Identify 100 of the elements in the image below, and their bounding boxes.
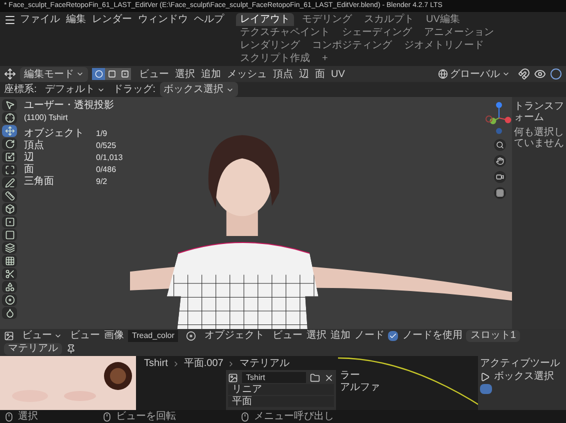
view-dropdown[interactable]: ビュー	[18, 330, 66, 342]
socket-label: ラー	[340, 370, 360, 381]
menu-item[interactable]: ヘルプ	[194, 13, 224, 26]
menu-item[interactable]: 選択	[175, 66, 195, 82]
menu-item[interactable]: 頂点	[273, 66, 293, 82]
workspace-tab[interactable]: ジオメトリノード	[400, 39, 488, 52]
extrude-tool-button[interactable]	[2, 216, 17, 228]
breadcrumb-item: マテリアル	[239, 358, 290, 369]
mouse-icon	[4, 412, 14, 422]
vertex-select-button[interactable]	[92, 68, 105, 80]
menu-item[interactable]: ビュー	[70, 330, 100, 342]
smooth-tool-button[interactable]	[2, 307, 17, 319]
snap-icon[interactable]	[518, 68, 530, 80]
interpolation-dropdown[interactable]: リニア	[228, 384, 334, 395]
menu-item[interactable]: 面	[315, 66, 325, 82]
bevel-tool-button[interactable]	[2, 242, 17, 254]
stat-value: 1/9	[96, 128, 108, 140]
hand-icon[interactable]	[494, 155, 506, 167]
overlay-icon[interactable]	[550, 68, 562, 80]
globe-icon	[438, 69, 448, 79]
menu-item[interactable]: レンダー	[92, 13, 132, 26]
editor-type-icon[interactable]	[4, 331, 14, 341]
menu-item[interactable]: 選択	[306, 330, 326, 342]
measure-tool-button[interactable]	[2, 190, 17, 202]
drag-dropdown[interactable]: ボックス選択	[160, 82, 238, 97]
transform-tool-button[interactable]	[2, 164, 17, 176]
panel-title[interactable]: トランスフォーム	[514, 101, 564, 123]
cursor-tool-button[interactable]	[2, 99, 17, 111]
panel-message: 何も選択していません	[514, 127, 564, 149]
close-icon[interactable]	[324, 372, 334, 382]
mouse-icon	[240, 412, 250, 422]
knife-tool-button[interactable]	[2, 268, 17, 280]
menu-item[interactable]: 画像	[104, 330, 124, 342]
socket-label: アルファ	[340, 382, 380, 393]
camera-icon[interactable]	[494, 171, 506, 183]
workspace-tab[interactable]: テクスチャペイント	[236, 26, 334, 39]
workspace-tab[interactable]: コンポジティング	[308, 39, 396, 52]
stat-label: 面	[24, 164, 34, 176]
loopcut-tool-button[interactable]	[2, 255, 17, 267]
move-tool-button[interactable]	[2, 125, 17, 137]
grid-icon[interactable]	[494, 187, 506, 199]
menu-item[interactable]: 編集	[66, 13, 86, 26]
box-select-icon[interactable]	[480, 372, 490, 382]
editor-type-icon[interactable]	[186, 331, 196, 341]
transform-icon[interactable]	[4, 68, 16, 80]
scale-tool-button[interactable]	[2, 151, 17, 163]
projection-dropdown[interactable]: 平面	[228, 396, 334, 407]
edge-select-button[interactable]	[105, 68, 118, 80]
workspace-tab[interactable]: UV編集	[422, 13, 464, 26]
spin-tool-button[interactable]	[2, 294, 17, 306]
menu-item[interactable]: ビュー	[272, 330, 302, 342]
stat-label: オブジェクト	[24, 128, 84, 140]
workspace-tab[interactable]: レイアウト	[236, 13, 294, 26]
view-name: ユーザー・透視投影	[24, 100, 115, 112]
breadcrumb-item: Tshirt	[144, 358, 168, 369]
menu-item[interactable]: ノード	[354, 330, 384, 342]
zoom-icon[interactable]	[494, 139, 506, 151]
orientation-dropdown[interactable]: デフォルト	[40, 82, 109, 97]
orientation-dropdown[interactable]: グローバル	[434, 66, 514, 82]
use-nodes-checkbox[interactable]	[388, 331, 398, 341]
mode-dropdown[interactable]: 編集モード	[20, 66, 88, 82]
menu-item[interactable]: ビュー	[139, 66, 169, 82]
workspace-tab[interactable]: +	[318, 52, 332, 65]
workspace-tab[interactable]: レンダリング	[236, 39, 304, 52]
stat-value: 0/525	[96, 140, 118, 152]
drag-label: ドラッグ:	[112, 83, 156, 97]
inset-tool-button[interactable]	[2, 229, 17, 241]
workspace-tab[interactable]: スクリプト作成	[236, 52, 314, 65]
rotate-tool-button[interactable]	[2, 138, 17, 150]
menu-item[interactable]: ファイル	[20, 13, 60, 26]
target-tool-button[interactable]	[2, 112, 17, 124]
polybuild-tool-button[interactable]	[2, 281, 17, 293]
menu-item[interactable]: 辺	[299, 66, 309, 82]
workspace-tab[interactable]: シェーディング	[338, 26, 416, 39]
menu-item[interactable]: UV	[331, 66, 345, 82]
mode-dropdown[interactable]: オブジェクト	[200, 330, 268, 342]
stat-label: 頂点	[24, 140, 45, 152]
face-select-button[interactable]	[118, 68, 131, 80]
menu-item[interactable]: ウィンドウ	[138, 13, 188, 26]
workspace-tab[interactable]: モデリング	[298, 13, 356, 26]
folder-icon[interactable]	[310, 372, 320, 382]
orientation-label: 座標系:	[4, 82, 37, 97]
stat-label: 辺	[24, 152, 35, 164]
image-field[interactable]: Tread_color	[128, 330, 178, 342]
image-field[interactable]: Tshirt	[242, 372, 306, 383]
add-tool-button[interactable]	[2, 203, 17, 215]
visibility-icon[interactable]	[534, 68, 546, 80]
image-icon[interactable]	[228, 372, 238, 382]
stat-value: 9/2	[96, 176, 108, 188]
material-field[interactable]: マテリアル	[4, 343, 62, 355]
workspace-tab[interactable]: スカルプト	[360, 13, 418, 26]
menu-item[interactable]: 追加	[330, 330, 350, 342]
slot-dropdown[interactable]: スロット1	[466, 330, 520, 342]
annotate-tool-button[interactable]	[2, 177, 17, 189]
caret-icon	[502, 70, 510, 78]
pin-icon[interactable]	[66, 344, 76, 354]
menu-item[interactable]: 追加	[201, 66, 221, 82]
workspace-tab[interactable]: アニメーション	[420, 26, 498, 39]
menu-item[interactable]: メッシュ	[227, 66, 267, 82]
stat-value: 0/1,013	[96, 152, 123, 164]
